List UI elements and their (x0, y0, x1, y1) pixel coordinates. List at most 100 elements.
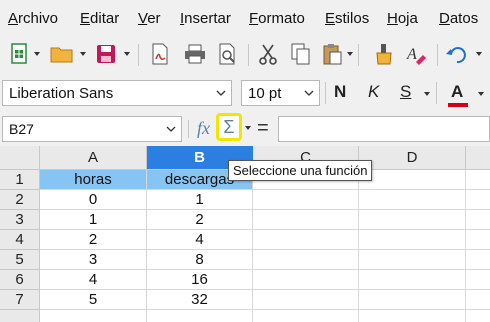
toolbar-separator (325, 82, 326, 104)
column-header-a[interactable]: A (40, 146, 147, 170)
menu-datos[interactable]: Datos (439, 10, 478, 27)
row-header[interactable]: 5 (0, 250, 40, 270)
bold-button[interactable]: N (334, 82, 346, 102)
new-spreadsheet-icon[interactable] (8, 42, 32, 66)
cell-c8[interactable] (253, 310, 359, 322)
menu-insertar[interactable]: Insertar (180, 10, 231, 27)
cell-a6[interactable]: 4 (40, 270, 147, 290)
cell-d6[interactable] (359, 270, 466, 290)
cell-d2[interactable] (359, 190, 466, 210)
chevron-down-icon[interactable] (299, 81, 319, 105)
cell-d7[interactable] (359, 290, 466, 310)
menu-archivo[interactable]: Archivo (8, 10, 58, 27)
paste-icon[interactable] (320, 42, 344, 66)
font-color-dropdown-icon[interactable] (478, 92, 484, 96)
formula-bar: B27 fx Σ = (0, 112, 490, 146)
row-header[interactable]: 4 (0, 230, 40, 250)
print-preview-icon[interactable] (216, 42, 240, 66)
menu-formato[interactable]: Formato (249, 10, 305, 27)
cell-d1[interactable] (359, 170, 466, 190)
export-pdf-icon[interactable] (148, 42, 172, 66)
cell-d5[interactable] (359, 250, 466, 270)
formula-equals-button[interactable]: = (257, 117, 269, 140)
toolbar-separator (248, 44, 249, 66)
cell-c4[interactable] (253, 230, 359, 250)
column-header-d[interactable]: D (359, 146, 466, 170)
open-dropdown-icon[interactable] (80, 52, 86, 56)
formula-input[interactable] (278, 116, 490, 142)
undo-dropdown-icon[interactable] (476, 52, 482, 56)
row-header[interactable]: 3 (0, 210, 40, 230)
cell-a7[interactable]: 5 (40, 290, 147, 310)
cell-e1[interactable] (466, 170, 490, 190)
select-all-corner[interactable] (0, 146, 40, 170)
cell-d4[interactable] (359, 230, 466, 250)
undo-icon[interactable] (444, 42, 468, 66)
clone-formatting-icon[interactable] (372, 42, 396, 66)
cell-b5[interactable]: 8 (147, 250, 253, 270)
font-size-combo[interactable]: 10 pt (241, 80, 320, 106)
cut-icon[interactable] (256, 42, 280, 66)
menu-bar: Archivo Editar Ver Insertar Formato Esti… (0, 0, 490, 36)
chevron-down-icon[interactable] (161, 117, 181, 141)
cell-e7[interactable] (466, 290, 490, 310)
cell-a3[interactable]: 1 (40, 210, 147, 230)
cell-e4[interactable] (466, 230, 490, 250)
cell-b8[interactable] (147, 310, 253, 322)
row-header[interactable] (0, 310, 40, 322)
standard-toolbar: A (0, 36, 490, 72)
underline-button[interactable]: S (400, 82, 411, 102)
row-header[interactable]: 6 (0, 270, 40, 290)
new-dropdown-icon[interactable] (34, 52, 40, 56)
italic-button[interactable]: K (368, 82, 379, 102)
font-size-value: 10 pt (248, 85, 282, 102)
copy-icon[interactable] (289, 42, 313, 66)
menu-hoja[interactable]: Hoja (387, 10, 418, 27)
cell-c5[interactable] (253, 250, 359, 270)
cell-a5[interactable]: 3 (40, 250, 147, 270)
font-name-value: Liberation Sans (9, 85, 114, 102)
toolbar-separator (138, 44, 139, 66)
menu-estilos[interactable]: Estilos (325, 10, 369, 27)
cell-c7[interactable] (253, 290, 359, 310)
name-box[interactable]: B27 (2, 116, 182, 142)
cell-a4[interactable]: 2 (40, 230, 147, 250)
font-color-button[interactable]: A (451, 82, 463, 102)
save-dropdown-icon[interactable] (124, 52, 130, 56)
row-header[interactable]: 1 (0, 170, 40, 190)
cell-e2[interactable] (466, 190, 490, 210)
cell-a8[interactable] (40, 310, 147, 322)
cell-c2[interactable] (253, 190, 359, 210)
column-header-e[interactable] (466, 146, 490, 170)
cell-b6[interactable]: 16 (147, 270, 253, 290)
cell-c6[interactable] (253, 270, 359, 290)
cell-e3[interactable] (466, 210, 490, 230)
menu-ver[interactable]: Ver (138, 10, 161, 27)
cell-d8[interactable] (359, 310, 466, 322)
cell-d3[interactable] (359, 210, 466, 230)
chevron-down-icon[interactable] (211, 81, 231, 105)
save-icon[interactable] (94, 42, 118, 66)
underline-dropdown-icon[interactable] (424, 92, 430, 96)
cell-a1[interactable]: horas (40, 170, 147, 190)
cell-b3[interactable]: 2 (147, 210, 253, 230)
menu-editar[interactable]: Editar (80, 10, 119, 27)
formatting-toolbar: Liberation Sans 10 pt N K S A (0, 72, 490, 112)
row-header[interactable]: 2 (0, 190, 40, 210)
select-function-button[interactable]: Σ (216, 113, 242, 141)
cell-e6[interactable] (466, 270, 490, 290)
sigma-dropdown-icon[interactable] (245, 126, 251, 130)
function-wizard-button[interactable]: fx (197, 118, 210, 139)
row-header[interactable]: 7 (0, 290, 40, 310)
clear-formatting-icon[interactable]: A (404, 42, 428, 66)
font-name-combo[interactable]: Liberation Sans (2, 80, 232, 106)
open-folder-icon[interactable] (50, 42, 74, 66)
print-icon[interactable] (183, 42, 207, 66)
cell-c3[interactable] (253, 210, 359, 230)
cell-b2[interactable]: 1 (147, 190, 253, 210)
cell-b4[interactable]: 4 (147, 230, 253, 250)
cell-b7[interactable]: 32 (147, 290, 253, 310)
cell-a2[interactable]: 0 (40, 190, 147, 210)
cell-e5[interactable] (466, 250, 490, 270)
paste-dropdown-icon[interactable] (347, 52, 353, 56)
